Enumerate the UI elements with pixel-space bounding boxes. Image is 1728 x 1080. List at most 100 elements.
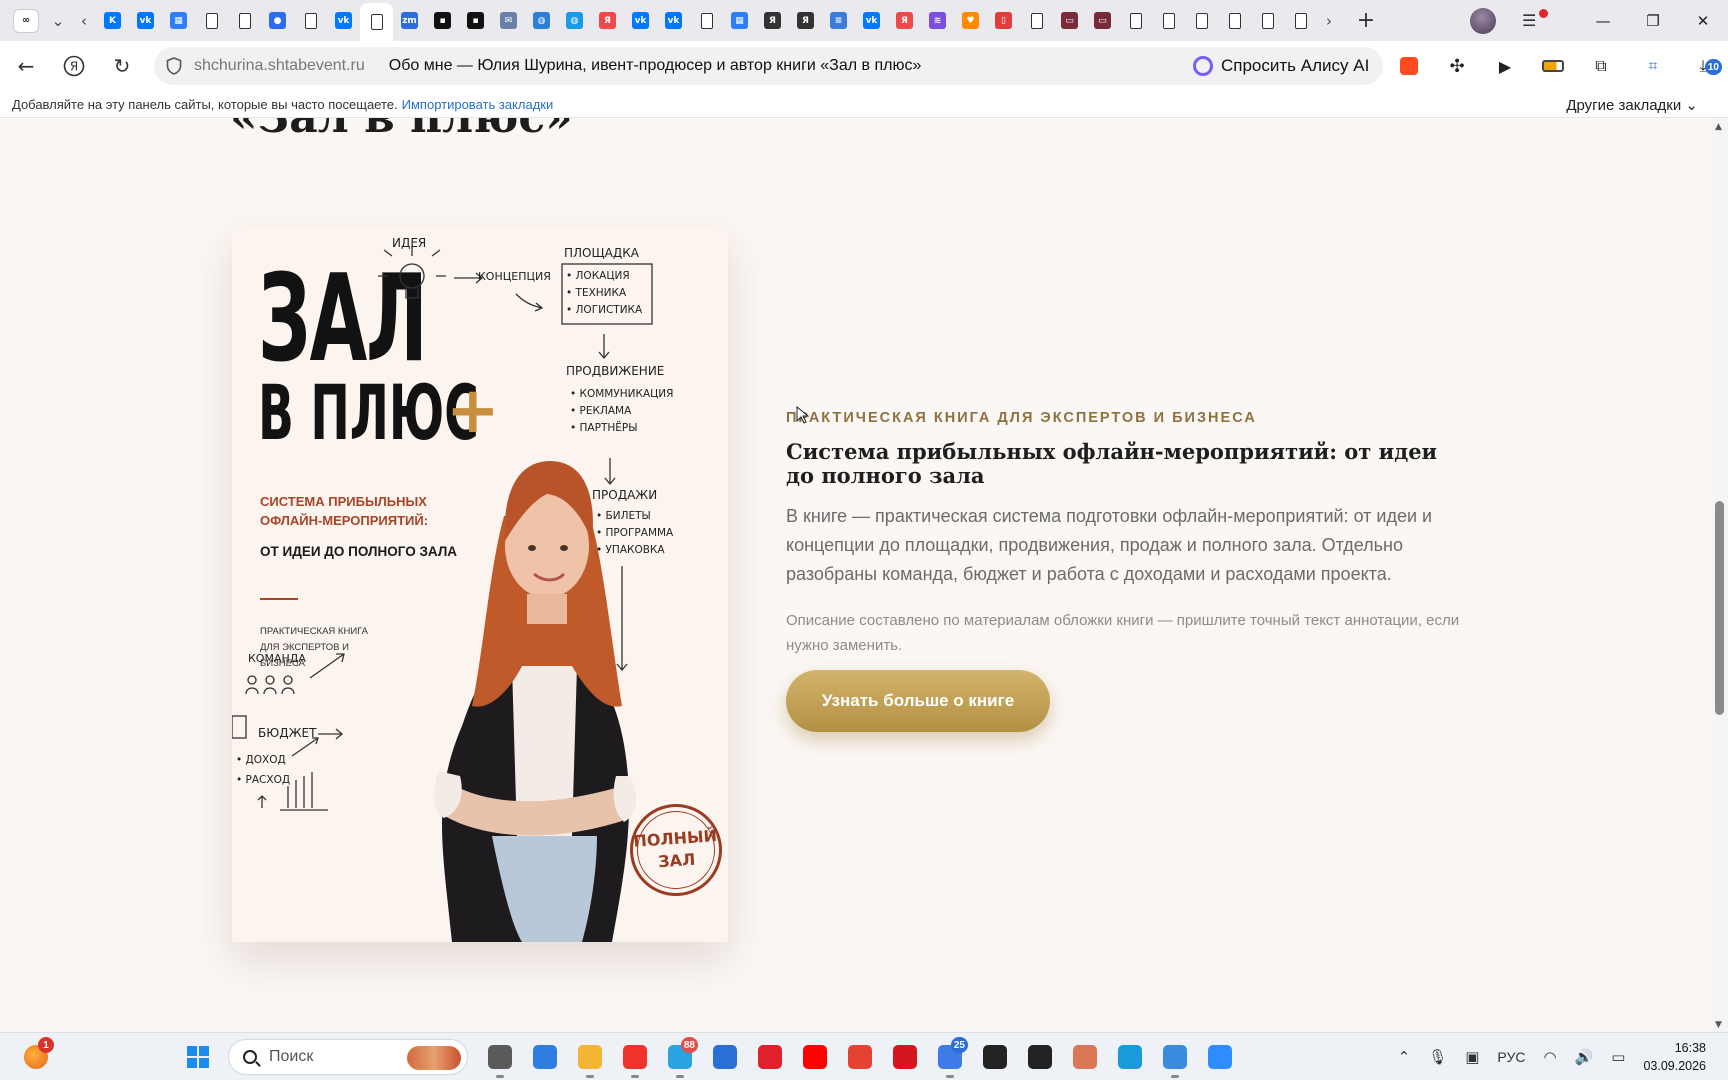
browser-tab[interactable]: ≋ bbox=[921, 0, 954, 41]
stamp-line2: ЗАЛ bbox=[657, 849, 696, 872]
browser-tab[interactable]: vk bbox=[855, 0, 888, 41]
taskbar-app[interactable] bbox=[529, 1041, 561, 1073]
browser-tab[interactable]: ▦ bbox=[162, 0, 195, 41]
browser-tab[interactable]: ✉ bbox=[492, 0, 525, 41]
browser-tab[interactable]: vk bbox=[657, 0, 690, 41]
browser-tab[interactable]: zm bbox=[393, 0, 426, 41]
taskbar-app[interactable] bbox=[754, 1041, 786, 1073]
taskbar-app[interactable] bbox=[844, 1041, 876, 1073]
browser-tab[interactable] bbox=[1020, 0, 1053, 41]
browser-tab[interactable] bbox=[1251, 0, 1284, 41]
browser-tab[interactable]: ▯ bbox=[987, 0, 1020, 41]
start-button[interactable] bbox=[182, 1041, 214, 1073]
browser-tab[interactable]: ◍ bbox=[525, 0, 558, 41]
downloads-button[interactable]: ⤓ 10 bbox=[1690, 53, 1722, 79]
browser-tab[interactable]: Я bbox=[591, 0, 624, 41]
yandex-home-button[interactable]: Я bbox=[54, 46, 94, 86]
reload-button[interactable]: ↻ bbox=[102, 46, 142, 86]
battery-icon[interactable]: ▭ bbox=[1611, 1048, 1625, 1066]
ask-alice-button[interactable]: Спросить Алису AI bbox=[1183, 47, 1384, 85]
back-button[interactable]: ← bbox=[6, 46, 46, 86]
restore-button[interactable]: ❐ bbox=[1628, 0, 1678, 41]
video-button[interactable]: ▶ bbox=[1492, 53, 1518, 79]
tab-list-button[interactable]: ⌄ bbox=[44, 0, 72, 41]
browser-tab[interactable] bbox=[294, 0, 327, 41]
yandex-icon: Я bbox=[63, 55, 85, 77]
browser-tab[interactable] bbox=[195, 0, 228, 41]
address-bar[interactable]: shchurina.shtabevent.ru Обо мне — Юлия Ш… bbox=[154, 47, 1324, 85]
scroll-down-icon[interactable]: ▼ bbox=[1715, 1020, 1722, 1030]
pinned-tab[interactable]: ∞ bbox=[8, 0, 44, 41]
taskbar-app[interactable] bbox=[1114, 1041, 1146, 1073]
stripes-icon: ≋ bbox=[929, 12, 946, 29]
browser-tab[interactable]: ▪ bbox=[459, 0, 492, 41]
browser-tab[interactable]: K bbox=[96, 0, 129, 41]
browser-tab[interactable]: ≡ bbox=[822, 0, 855, 41]
taskbar-app[interactable] bbox=[484, 1041, 516, 1078]
browser-tab[interactable]: ● bbox=[261, 0, 294, 41]
translate-button[interactable]: ⌗ bbox=[1640, 53, 1666, 79]
browser-tab[interactable]: ▦ bbox=[723, 0, 756, 41]
scroll-up-icon[interactable]: ▲ bbox=[1715, 122, 1722, 132]
show-hidden-icons[interactable]: ⌃ bbox=[1398, 1048, 1411, 1066]
weather-badge: 1 bbox=[38, 1037, 54, 1053]
taskbar-app[interactable] bbox=[709, 1041, 741, 1073]
taskbar-app[interactable] bbox=[889, 1041, 921, 1073]
browser-tab[interactable] bbox=[690, 0, 723, 41]
extensions-button[interactable]: ✣ bbox=[1444, 53, 1470, 79]
extension-record-button[interactable] bbox=[1396, 53, 1422, 79]
taskbar-app[interactable] bbox=[799, 1041, 831, 1073]
chevron-down-icon: ⌄ bbox=[51, 11, 65, 30]
browser-tab[interactable]: Я bbox=[756, 0, 789, 41]
browser-tab[interactable]: ♥ bbox=[954, 0, 987, 41]
browser-tab[interactable]: Я bbox=[789, 0, 822, 41]
taskbar-app[interactable] bbox=[619, 1041, 651, 1078]
browser-tab[interactable]: vk bbox=[624, 0, 657, 41]
taskbar-app[interactable] bbox=[1069, 1041, 1101, 1073]
browser-tab[interactable]: ▭ bbox=[1053, 0, 1086, 41]
browser-tab[interactable]: vk bbox=[129, 0, 162, 41]
other-bookmarks-button[interactable]: Другие закладки ⌄ bbox=[1566, 96, 1698, 114]
taskbar-app[interactable] bbox=[574, 1041, 606, 1078]
wifi-icon[interactable]: ◠ bbox=[1543, 1048, 1556, 1066]
taskbar-app[interactable] bbox=[1024, 1041, 1056, 1073]
clock-date: 03.09.2026 bbox=[1643, 1059, 1706, 1073]
browser-tab[interactable]: ▪ bbox=[426, 0, 459, 41]
taskbar-app[interactable]: 88 bbox=[664, 1037, 698, 1078]
profile-avatar[interactable] bbox=[1470, 7, 1496, 34]
browser-tab[interactable] bbox=[1152, 0, 1185, 41]
display-icon[interactable]: ▣ bbox=[1465, 1048, 1479, 1066]
browser-tab[interactable] bbox=[228, 0, 261, 41]
browser-tab[interactable]: ◍ bbox=[558, 0, 591, 41]
tabs-scroll-left[interactable]: ‹ bbox=[72, 0, 96, 41]
close-window-button[interactable]: ✕ bbox=[1678, 0, 1728, 41]
taskbar-search[interactable]: Поиск bbox=[228, 1039, 468, 1075]
scrollbar-thumb[interactable] bbox=[1715, 501, 1724, 716]
browser-tab[interactable] bbox=[1284, 0, 1317, 41]
collections-button[interactable]: ⧉ bbox=[1588, 53, 1614, 79]
browser-tab[interactable] bbox=[360, 3, 393, 41]
browser-tab[interactable] bbox=[1185, 0, 1218, 41]
browser-tab[interactable]: ▭ bbox=[1086, 0, 1119, 41]
taskbar-app[interactable]: 25 bbox=[934, 1037, 968, 1078]
browser-tab[interactable] bbox=[1119, 0, 1152, 41]
mic-icon[interactable]: 🎙 bbox=[1428, 1048, 1447, 1066]
tabs-scroll-right[interactable]: › bbox=[1317, 0, 1341, 41]
clock[interactable]: 16:38 03.09.2026 bbox=[1643, 1039, 1706, 1075]
language-indicator[interactable]: РУС bbox=[1497, 1049, 1525, 1065]
volume-icon[interactable]: 🔊 bbox=[1575, 1048, 1594, 1066]
page-scrollbar[interactable]: ▲ ▼ bbox=[1712, 118, 1728, 1032]
weather-widget[interactable]: 1 bbox=[20, 1037, 54, 1073]
battery-saver-button[interactable] bbox=[1540, 53, 1566, 79]
taskbar-app[interactable] bbox=[1204, 1041, 1236, 1073]
new-tab-button[interactable]: + bbox=[1349, 4, 1383, 38]
browser-tab[interactable]: Я bbox=[888, 0, 921, 41]
browser-tab[interactable]: vk bbox=[327, 0, 360, 41]
import-bookmarks-link[interactable]: Импортировать закладки bbox=[402, 97, 554, 112]
minimize-button[interactable]: — bbox=[1578, 0, 1628, 41]
learn-more-button[interactable]: Узнать больше о книге bbox=[786, 670, 1050, 732]
browser-tab[interactable] bbox=[1218, 0, 1251, 41]
taskbar-app[interactable] bbox=[1159, 1041, 1191, 1078]
browser-menu-button[interactable]: ☰ bbox=[1522, 9, 1552, 30]
taskbar-app[interactable] bbox=[979, 1041, 1011, 1073]
